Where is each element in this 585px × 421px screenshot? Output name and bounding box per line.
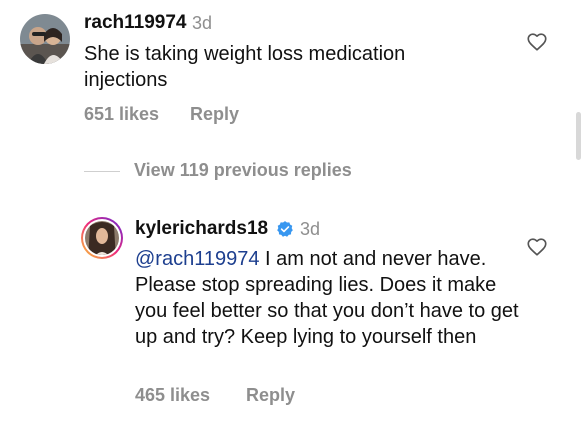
like-count[interactable]: 651 likes: [84, 104, 159, 125]
replies-divider-line: [84, 171, 120, 172]
like-count[interactable]: 465 likes: [135, 385, 210, 406]
reply-button[interactable]: Reply: [246, 385, 295, 406]
comment-text: @rach119974 I am not and never have. Ple…: [135, 246, 525, 350]
comment-username[interactable]: kylerichards18: [135, 218, 268, 240]
comment-timestamp: 3d: [192, 13, 213, 33]
verified-badge-icon: [277, 221, 293, 237]
comment-username[interactable]: rach119974: [84, 12, 187, 34]
comment-timestamp: 3d: [300, 219, 321, 239]
avatar-kylerichards18[interactable]: [80, 216, 124, 260]
comment-text: She is taking weight loss medication inj…: [84, 43, 406, 91]
heart-icon[interactable]: [526, 236, 548, 258]
avatar-rach119974[interactable]: [20, 14, 70, 64]
mention-link[interactable]: @rach119974: [135, 248, 259, 270]
heart-icon[interactable]: [526, 31, 548, 53]
scrollbar[interactable]: [576, 112, 581, 160]
view-previous-replies[interactable]: View 119 previous replies: [134, 160, 352, 181]
reply-button[interactable]: Reply: [190, 104, 239, 125]
